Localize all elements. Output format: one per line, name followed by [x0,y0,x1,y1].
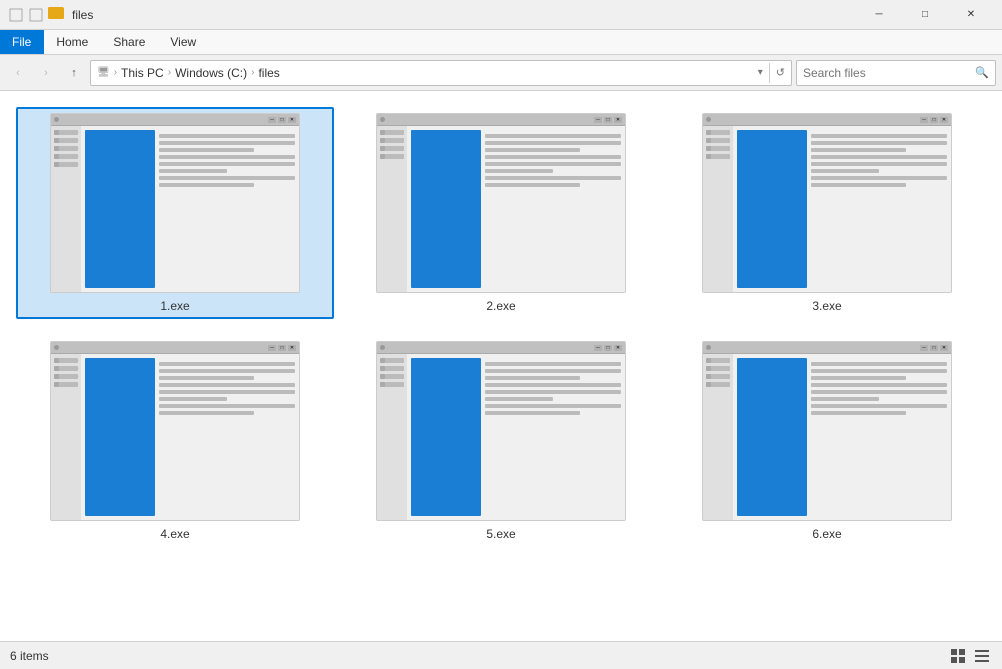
back-icon [28,7,44,23]
search-icon[interactable]: 🔍 [975,66,989,79]
up-button[interactable]: ↑ [62,61,86,85]
search-bar[interactable]: 🔍 [796,60,996,86]
minimize-button[interactable]: ─ [856,0,902,30]
file-item-2[interactable]: ─ □ ✕ [342,107,660,319]
breadcrumb-pc-icon: 🖥 [97,67,110,78]
title-bar: files ─ □ ✕ [0,0,1002,30]
quick-access-icon [8,7,24,23]
window-controls: ─ □ ✕ [856,0,994,30]
address-dropdown-icon[interactable]: ▾ [758,67,763,78]
forward-button[interactable]: › [34,61,58,85]
refresh-address-button[interactable]: ↺ [776,66,785,79]
file-thumb-4: ─ □ ✕ [50,341,300,521]
ribbon: File Home Share View [0,30,1002,55]
breadcrumb-files[interactable]: files [258,66,279,80]
file-thumb-6: ─ □ ✕ [702,341,952,521]
file-thumb-5: ─ □ ✕ [376,341,626,521]
breadcrumb-sep-1: › [114,67,117,78]
file-thumb-3: ─ □ ✕ [702,113,952,293]
maximize-button[interactable]: □ [902,0,948,30]
address-bar[interactable]: 🖥 › This PC › Windows (C:) › files ▾ ↺ [90,60,792,86]
window-title: files [72,8,93,22]
main-area: ─ □ ✕ [0,91,1002,641]
close-button[interactable]: ✕ [948,0,994,30]
tab-share[interactable]: Share [101,30,158,54]
file-name-5: 5.exe [486,527,515,541]
tab-view[interactable]: View [158,30,209,54]
search-input[interactable] [803,66,975,80]
file-name-2: 2.exe [486,299,515,313]
file-name-3: 3.exe [812,299,841,313]
breadcrumb-sep-3: › [251,67,254,78]
file-name-4: 4.exe [160,527,189,541]
title-bar-icons [8,7,64,23]
tab-home[interactable]: Home [44,30,101,54]
file-name-6: 6.exe [812,527,841,541]
status-bar: 6 items [0,641,1002,669]
item-count: 6 items [10,649,49,663]
breadcrumb-windows-c[interactable]: Windows (C:) [175,66,247,80]
ribbon-tabs: File Home Share View [0,30,1002,54]
view-controls [948,646,992,666]
file-item-4[interactable]: ─ □ ✕ [16,335,334,547]
file-area: ─ □ ✕ [0,91,1002,641]
file-item-5[interactable]: ─ □ ✕ [342,335,660,547]
file-thumb-2: ─ □ ✕ [376,113,626,293]
file-thumb-1: ─ □ ✕ [50,113,300,293]
file-item-1[interactable]: ─ □ ✕ [16,107,334,319]
breadcrumb-sep-2: › [168,67,171,78]
breadcrumb-this-pc[interactable]: This PC [121,66,164,80]
details-view-button[interactable] [972,646,992,666]
tab-file[interactable]: File [0,30,44,54]
file-item-3[interactable]: ─ □ ✕ [668,107,986,319]
large-icons-view-button[interactable] [948,646,968,666]
file-item-6[interactable]: ─ □ ✕ [668,335,986,547]
file-name-1: 1.exe [160,299,189,313]
back-button[interactable]: ‹ [6,61,30,85]
nav-bar: ‹ › ↑ 🖥 › This PC › Windows (C:) › files… [0,55,1002,91]
folder-icon [48,7,64,19]
